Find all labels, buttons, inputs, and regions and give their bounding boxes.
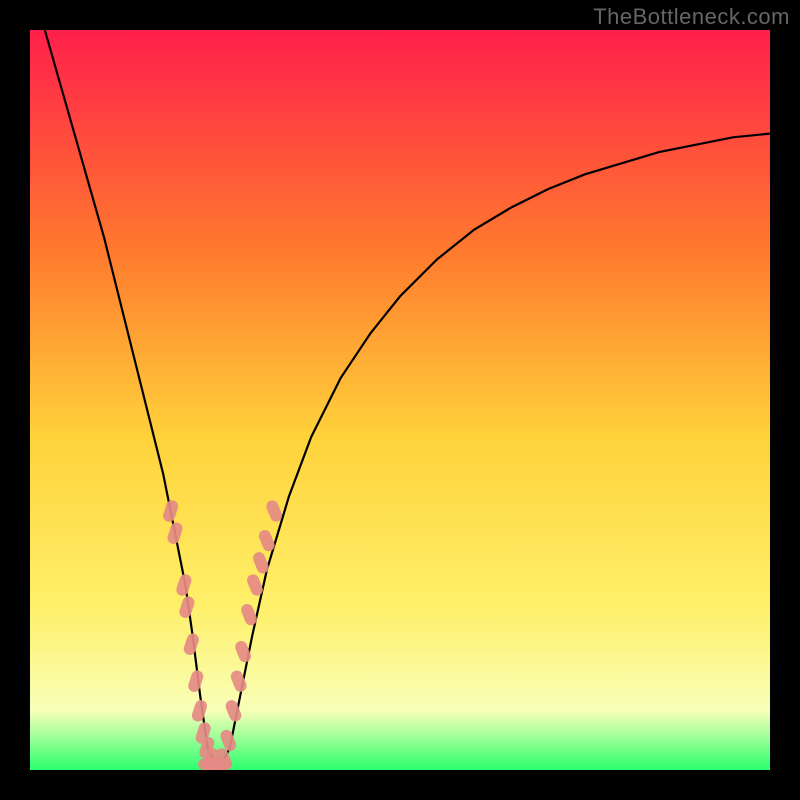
plot-area [30, 30, 770, 770]
watermark-text: TheBottleneck.com [593, 4, 790, 30]
outer-frame: TheBottleneck.com [0, 0, 800, 800]
chart-svg [30, 30, 770, 770]
gradient-background [30, 30, 770, 770]
data-marker [210, 758, 232, 770]
